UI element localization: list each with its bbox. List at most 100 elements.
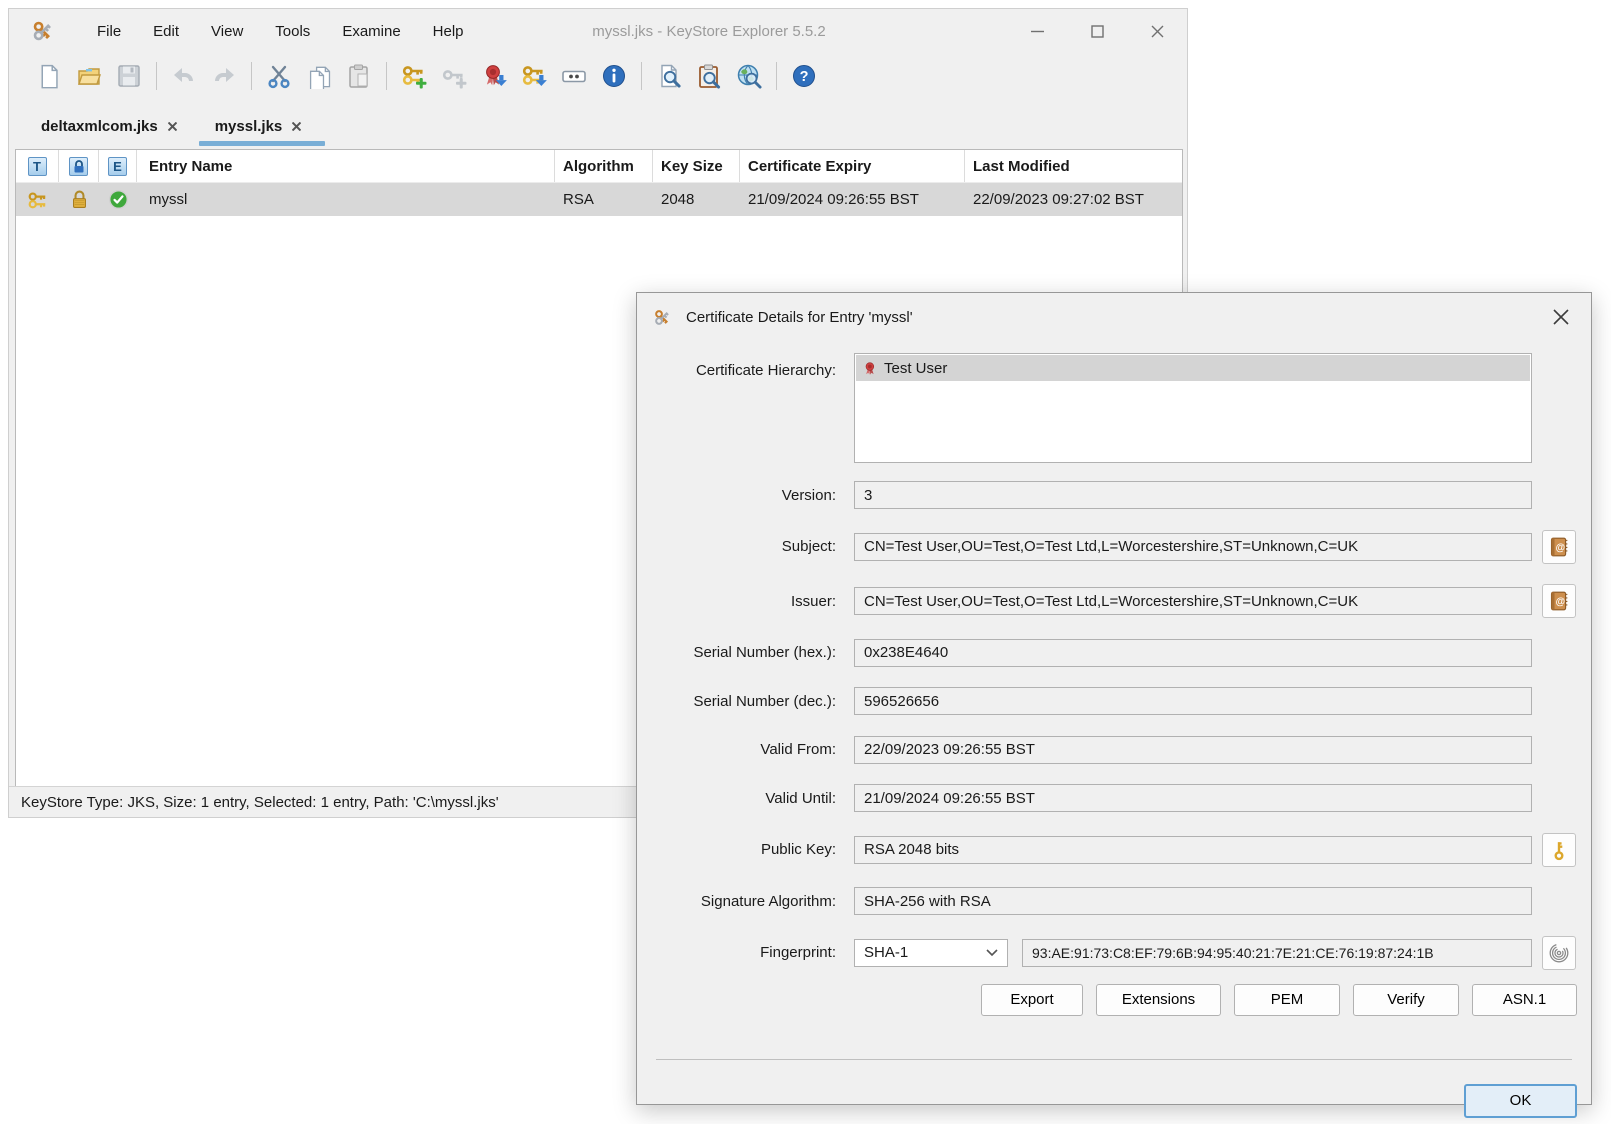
issuer-row: Issuer: CN=Test User,OU=Test,O=Test Ltd,…: [649, 584, 1576, 618]
fingerprint-algorithm-select[interactable]: SHA-1: [854, 939, 1008, 967]
dialog-titlebar: Certificate Details for Entry 'myssl': [637, 293, 1591, 341]
table-row-myssl[interactable]: myssl RSA 2048 21/09/2024 09:26:55 BST 2…: [16, 183, 1182, 216]
app-logo-icon: [653, 308, 672, 327]
fingerprint-algorithm-value: SHA-1: [864, 944, 908, 961]
tab-myssl-jks[interactable]: myssl.jks: [207, 108, 310, 149]
close-button[interactable]: [1127, 9, 1187, 53]
issuer-distinguished-name-button[interactable]: @: [1542, 584, 1576, 618]
redo-button[interactable]: [204, 58, 244, 94]
signature-algorithm-field: SHA-256 with RSA: [854, 887, 1532, 915]
import-key-pair-button[interactable]: [514, 58, 554, 94]
examine-file-button[interactable]: [649, 58, 689, 94]
set-password-button[interactable]: [554, 58, 594, 94]
address-book-icon: @: [1548, 536, 1570, 558]
undo-icon: [171, 63, 197, 89]
cell-entry-name: myssl: [137, 183, 555, 216]
generate-secret-key-button[interactable]: [434, 58, 474, 94]
titlebar: File Edit View Tools Examine Help myssl.…: [9, 9, 1187, 53]
generate-key-pair-button[interactable]: [394, 58, 434, 94]
maximize-icon: [1091, 25, 1104, 38]
subject-distinguished-name-button[interactable]: @: [1542, 530, 1576, 564]
column-last-modified[interactable]: Last Modified: [965, 150, 1182, 182]
serial-dec-field: 596526656: [854, 687, 1532, 715]
info-icon: [601, 63, 627, 89]
dialog-body: Certificate Hierarchy: Test User Version…: [637, 341, 1591, 1118]
fingerprint-details-button[interactable]: [1542, 936, 1576, 970]
menu-help[interactable]: Help: [417, 17, 480, 46]
cut-button[interactable]: [259, 58, 299, 94]
public-key-details-button[interactable]: [1542, 833, 1576, 867]
tab-close-button[interactable]: [168, 122, 177, 131]
expiry-status-header-icon: E: [108, 157, 127, 176]
column-label: Algorithm: [563, 158, 634, 175]
serial-hex-label: Serial Number (hex.):: [649, 644, 836, 661]
valid-from-field: 22/09/2023 09:26:55 BST: [854, 736, 1532, 764]
column-expiry-status[interactable]: E: [99, 150, 137, 182]
certificate-hierarchy-list[interactable]: Test User: [854, 353, 1532, 463]
hierarchy-item-test-user[interactable]: Test User: [856, 355, 1530, 381]
new-file-icon: [36, 63, 62, 89]
dialog-divider: [656, 1059, 1572, 1060]
valid-check-icon: [108, 189, 129, 210]
fingerprint-icon: [1548, 942, 1570, 964]
help-icon: ?: [791, 63, 817, 89]
generate-key-pair-icon: [401, 63, 427, 89]
dialog-title: Certificate Details for Entry 'myssl': [686, 309, 913, 326]
column-key-size[interactable]: Key Size: [653, 150, 740, 182]
column-certificate-expiry[interactable]: Certificate Expiry: [740, 150, 965, 182]
paste-button[interactable]: [339, 58, 379, 94]
save-keystore-button[interactable]: [109, 58, 149, 94]
menubar: File Edit View Tools Examine Help: [81, 17, 480, 46]
toolbar: ?: [9, 53, 1187, 99]
export-button[interactable]: Export: [981, 984, 1083, 1016]
undo-button[interactable]: [164, 58, 204, 94]
column-lock-status[interactable]: [59, 150, 99, 182]
examine-ssl-button[interactable]: [729, 58, 769, 94]
tab-deltaxmlcom-jks[interactable]: deltaxmlcom.jks: [33, 108, 185, 149]
open-keystore-button[interactable]: [69, 58, 109, 94]
cell-last-modified: 22/09/2023 09:27:02 BST: [965, 183, 1182, 216]
menu-file[interactable]: File: [81, 17, 137, 46]
address-book-icon: @: [1548, 590, 1570, 612]
asn1-button[interactable]: ASN.1: [1472, 984, 1577, 1016]
dialog-close-button[interactable]: [1545, 302, 1577, 332]
public-key-row: Public Key: RSA 2048 bits: [649, 833, 1576, 867]
examine-ssl-icon: [736, 63, 762, 89]
valid-from-label: Valid From:: [649, 741, 836, 758]
key-pair-icon: [26, 189, 50, 211]
tab-close-button[interactable]: [292, 122, 301, 131]
pem-button[interactable]: PEM: [1234, 984, 1340, 1016]
serial-hex-row: Serial Number (hex.): 0x238E4640: [649, 639, 1576, 667]
examine-clipboard-button[interactable]: [689, 58, 729, 94]
tab-close-icon: [292, 122, 301, 131]
version-row: Version: 3: [649, 481, 1576, 509]
save-icon: [116, 63, 142, 89]
serial-dec-row: Serial Number (dec.): 596526656: [649, 687, 1576, 715]
tab-label: myssl.jks: [215, 118, 283, 135]
help-button[interactable]: ?: [784, 58, 824, 94]
toolbar-separator: [641, 62, 642, 90]
menu-edit[interactable]: Edit: [137, 17, 195, 46]
extensions-button[interactable]: Extensions: [1096, 984, 1221, 1016]
import-trusted-certificate-button[interactable]: [474, 58, 514, 94]
menu-examine[interactable]: Examine: [326, 17, 416, 46]
entry-type-header-icon: T: [28, 157, 47, 176]
column-algorithm[interactable]: Algorithm: [555, 150, 653, 182]
ok-button[interactable]: OK: [1464, 1084, 1577, 1118]
window-controls: [1007, 9, 1187, 53]
column-entry-type[interactable]: T: [16, 150, 59, 182]
cell-certificate-expiry: 21/09/2024 09:26:55 BST: [740, 183, 965, 216]
paste-icon: [346, 63, 372, 89]
menu-tools[interactable]: Tools: [259, 17, 326, 46]
new-keystore-button[interactable]: [29, 58, 69, 94]
close-icon: [1553, 309, 1569, 325]
column-entry-name[interactable]: Entry Name: [137, 150, 555, 182]
fingerprint-field: 93:AE:91:73:C8:EF:79:6B:94:95:40:21:7E:2…: [1022, 939, 1532, 967]
verify-button[interactable]: Verify: [1353, 984, 1459, 1016]
menu-view[interactable]: View: [195, 17, 259, 46]
copy-button[interactable]: [299, 58, 339, 94]
maximize-button[interactable]: [1067, 9, 1127, 53]
issuer-label: Issuer:: [649, 593, 836, 610]
properties-button[interactable]: [594, 58, 634, 94]
minimize-button[interactable]: [1007, 9, 1067, 53]
